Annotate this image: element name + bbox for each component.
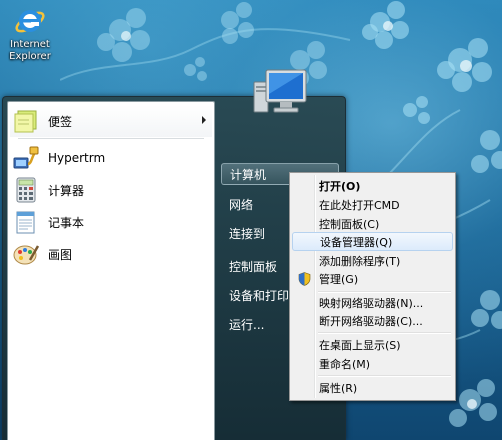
program-item-paint[interactable]: 画图 xyxy=(10,238,212,270)
sticky-notes-icon xyxy=(14,110,37,133)
uac-shield-icon xyxy=(298,272,311,286)
menu-item-label: 设备管理器(Q) xyxy=(320,235,393,249)
menu-item-map-network-drive[interactable]: 映射网络驱动器(N)... xyxy=(292,293,453,312)
menu-item-label: 添加删除程序(T) xyxy=(319,254,401,268)
program-item-hypertrm[interactable]: Hypertrm xyxy=(10,142,212,174)
menu-separator xyxy=(318,375,451,377)
menu-item-label: 管理(G) xyxy=(319,272,359,286)
menu-item-control-panel[interactable]: 控制面板(C) xyxy=(292,214,453,233)
pane-divider xyxy=(18,138,204,139)
notepad-icon xyxy=(16,211,35,234)
wallpaper-flower-decoration-top xyxy=(60,2,351,87)
calculator-icon xyxy=(16,177,36,203)
submenu-arrow-icon xyxy=(202,116,206,124)
menu-item-label: 断开网络驱动器(C)... xyxy=(319,314,423,328)
menu-item-label: 在桌面上显示(S) xyxy=(319,338,401,352)
programs-pane: 便签 Hypertrm 计算器 记事本 画图 xyxy=(7,101,215,440)
program-item-calculator[interactable]: 计算器 xyxy=(10,174,212,206)
program-label: 计算器 xyxy=(48,183,85,198)
menu-item-show-on-desktop[interactable]: 在桌面上显示(S) xyxy=(292,335,453,354)
context-menu: 打开(O) 在此处打开CMD 控制面板(C) 设备管理器(Q) 添加删除程序(T… xyxy=(289,172,456,401)
menu-item-open[interactable]: 打开(O) xyxy=(292,176,453,195)
menu-item-label: 在此处打开CMD xyxy=(319,198,400,212)
menu-item-label: 重命名(M) xyxy=(319,357,371,371)
menu-item-manage[interactable]: 管理(G) xyxy=(292,269,453,288)
desktop-icon-label: Internet Explorer xyxy=(9,39,51,62)
menu-item-device-manager[interactable]: 设备管理器(Q) xyxy=(292,232,453,251)
paint-icon xyxy=(13,245,40,265)
menu-item-open-cmd-here[interactable]: 在此处打开CMD xyxy=(292,195,453,214)
computer-icon xyxy=(253,69,307,113)
menu-item-label: 控制面板(C) xyxy=(319,217,380,231)
program-label: 便签 xyxy=(48,114,73,129)
desktop-icon-internet-explorer[interactable]: Internet Explorer xyxy=(6,4,54,63)
menu-item-rename[interactable]: 重命名(M) xyxy=(292,354,453,373)
menu-item-add-remove-programs[interactable]: 添加删除程序(T) xyxy=(292,251,453,270)
internet-explorer-icon xyxy=(15,10,45,33)
program-item-sticky-notes[interactable]: 便签 xyxy=(10,105,212,137)
menu-item-properties[interactable]: 属性(R) xyxy=(292,378,453,397)
program-item-notepad[interactable]: 记事本 xyxy=(10,206,212,238)
menu-item-disconnect-network-drive[interactable]: 断开网络驱动器(C)... xyxy=(292,311,453,330)
menu-item-label: 映射网络驱动器(N)... xyxy=(319,296,424,310)
program-label: 画图 xyxy=(48,247,73,262)
program-label: Hypertrm xyxy=(48,151,106,165)
menu-item-label: 打开(O) xyxy=(319,179,361,193)
menu-separator xyxy=(318,332,451,334)
program-label: 记事本 xyxy=(48,215,85,230)
menu-item-label: 属性(R) xyxy=(319,381,358,395)
hyperterminal-icon xyxy=(13,146,39,169)
